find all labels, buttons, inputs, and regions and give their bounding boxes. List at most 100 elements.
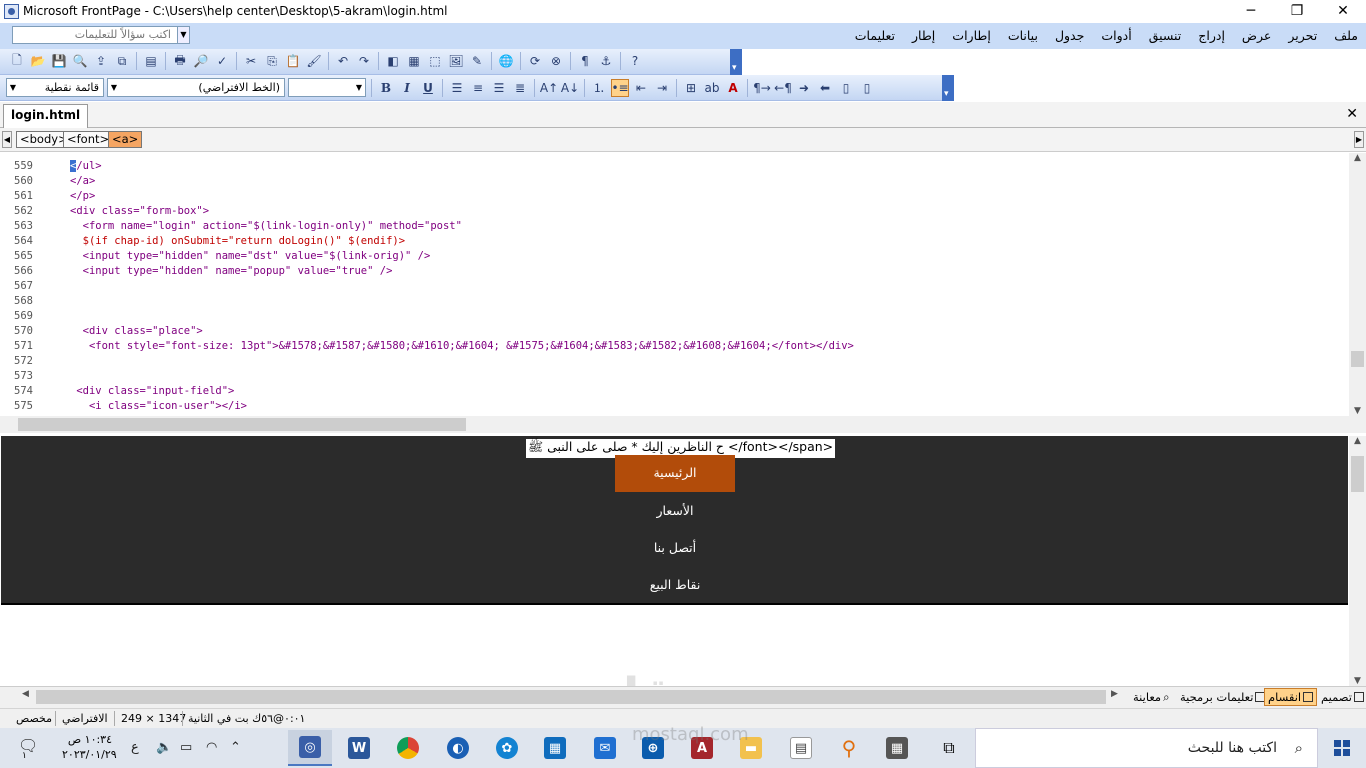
nav-item-contact[interactable]: أتصل بنا <box>615 540 735 555</box>
bullets-icon[interactable]: •≡ <box>611 78 629 97</box>
hyperlink-icon[interactable]: 🌐 <box>497 52 515 70</box>
undo-icon[interactable]: ↶ <box>334 52 352 70</box>
font-size-select[interactable]: ▼ <box>288 78 366 97</box>
input-language[interactable]: ع <box>131 740 139 755</box>
mail-icon[interactable]: ✉ <box>583 730 627 766</box>
style-select[interactable]: ▼ قائمة نقطية <box>6 78 104 97</box>
menu-insert[interactable]: إدراج <box>1198 28 1225 43</box>
chevron-right-icon[interactable]: ▶ <box>1111 689 1118 699</box>
code-vertical-scrollbar[interactable]: ▲ ▼ <box>1349 153 1366 416</box>
save-icon[interactable]: 💾 <box>50 52 68 70</box>
nav-item-points-of-sale[interactable]: نقاط البيع <box>615 577 735 592</box>
align-center-icon[interactable]: ≡ <box>469 79 487 97</box>
view-tab-split[interactable]: انقسام <box>1264 688 1318 706</box>
battery-icon[interactable]: ▭ <box>180 740 192 755</box>
clock[interactable]: ١٠:٣٤ ص ٢٠٢٣/٠١/٢٩ <box>62 732 117 762</box>
menu-data[interactable]: بيانات <box>1008 28 1038 43</box>
numbering-icon[interactable]: ⒈ <box>590 79 608 97</box>
menu-file[interactable]: ملف <box>1334 28 1358 43</box>
menu-view[interactable]: عرض <box>1242 28 1271 43</box>
align-right-icon[interactable]: ☰ <box>490 79 508 97</box>
justify-icon[interactable]: ≣ <box>511 79 529 97</box>
ltr-icon[interactable]: ¶→ <box>753 79 771 97</box>
tag-font[interactable]: <font> <box>63 131 114 148</box>
layer-icon[interactable]: ⬚ <box>426 52 444 70</box>
cut-icon[interactable]: ✂ <box>242 52 260 70</box>
drawing-icon[interactable]: ✎ <box>468 52 486 70</box>
insert-picture-icon[interactable]: 🖼 <box>447 52 465 70</box>
align-left-icon[interactable]: ☰ <box>448 79 466 97</box>
design-horizontal-scrollbar[interactable] <box>36 690 1106 704</box>
chevron-right-icon[interactable]: ▶ <box>1354 131 1364 148</box>
decrease-indent-icon[interactable]: ⇤ <box>632 79 650 97</box>
task-view-icon[interactable]: ⧉ <box>927 730 971 766</box>
word-icon[interactable]: W <box>337 730 381 766</box>
borders-icon[interactable]: ⊞ <box>682 79 700 97</box>
font-color-icon[interactable]: A <box>724 79 742 97</box>
publish-icon[interactable]: ⇪ <box>92 52 110 70</box>
media-app-icon[interactable]: ✿ <box>485 730 529 766</box>
show-all-icon[interactable]: ¶ <box>576 52 594 70</box>
decrease-font-icon[interactable]: A↓ <box>561 79 579 97</box>
volume-icon[interactable]: 🔈 <box>156 740 172 755</box>
scroll-thumb[interactable] <box>1351 351 1364 367</box>
scroll-thumb[interactable] <box>1351 456 1364 492</box>
wifi-icon[interactable]: ◠ <box>206 740 217 755</box>
ask-question-box[interactable]: اكتب سؤالاً للتعليمات ▼ <box>12 26 190 44</box>
increase-font-icon[interactable]: A↑ <box>540 79 558 97</box>
underline-button[interactable]: U <box>419 79 437 97</box>
tab-login-html[interactable]: login.html <box>3 104 89 128</box>
view-tab-design[interactable]: تصميم <box>1318 688 1366 706</box>
anchor-icon[interactable]: ⚓ <box>597 52 615 70</box>
close-window-button[interactable]: ✕ <box>1320 0 1366 23</box>
menu-edit[interactable]: تحرير <box>1288 28 1317 43</box>
increase-indent-icon[interactable]: ⇥ <box>653 79 671 97</box>
new-page-icon[interactable]: 🗋 <box>8 52 26 70</box>
chrome-icon[interactable] <box>386 730 430 766</box>
frontpage-taskbar-icon[interactable]: ◎ <box>288 730 332 766</box>
search-icon[interactable]: 🔍 <box>71 52 89 70</box>
open-icon[interactable]: 📂 <box>29 52 47 70</box>
rtl-icon[interactable]: ←¶ <box>774 79 792 97</box>
page-properties-icon[interactable]: ▯ <box>858 79 876 97</box>
store-icon[interactable]: ▦ <box>533 730 577 766</box>
code-view[interactable]: 559 </ul> 560 </a> 561 </p> 562 <div class="… <box>0 153 1348 416</box>
web-component-icon[interactable]: ◧ <box>384 52 402 70</box>
chevron-up-icon[interactable]: ⌃ <box>230 740 241 755</box>
paste-icon[interactable]: 📋 <box>284 52 302 70</box>
chevron-up-icon[interactable]: ▲ <box>1349 436 1366 446</box>
design-vertical-scrollbar[interactable]: ▲ ▼ <box>1349 436 1366 686</box>
page-icon[interactable]: ▯ <box>837 79 855 97</box>
copy-page-icon[interactable]: ⧉ <box>113 52 131 70</box>
toolbar-options-icon[interactable] <box>942 75 954 101</box>
nav-item-home[interactable]: الرئيسية <box>615 455 735 492</box>
menu-tools[interactable]: أدوات <box>1101 28 1131 43</box>
menu-format[interactable]: تنسيق <box>1149 28 1182 43</box>
close-document-icon[interactable]: ✕ <box>1346 106 1358 122</box>
layers-icon[interactable]: ▤ <box>142 52 160 70</box>
preview-icon[interactable]: 🔎 <box>192 52 210 70</box>
arrow-left-icon[interactable]: ⬅ <box>816 79 834 97</box>
format-painter-icon[interactable]: 🖌 <box>305 52 323 70</box>
browser-app-icon[interactable]: ◐ <box>436 730 480 766</box>
notepad-icon[interactable]: ▤ <box>779 730 823 766</box>
chevron-up-icon[interactable]: ▲ <box>1349 153 1366 163</box>
highlight-icon[interactable]: ab <box>703 79 721 97</box>
italic-button[interactable]: I <box>398 79 416 97</box>
stop-icon[interactable]: ⊗ <box>547 52 565 70</box>
insert-table-icon[interactable]: ▦ <box>405 52 423 70</box>
toolbar-options-icon[interactable] <box>730 49 742 75</box>
chevron-down-icon[interactable]: ▼ <box>1349 676 1366 686</box>
help-icon[interactable]: ? <box>626 52 644 70</box>
menu-help[interactable]: تعليمات <box>855 28 895 43</box>
menu-table[interactable]: جدول <box>1055 28 1084 43</box>
nav-item-prices[interactable]: الأسعار <box>615 503 735 518</box>
chevron-down-icon[interactable]: ▼ <box>177 27 189 43</box>
minimize-button[interactable]: ─ <box>1228 0 1274 23</box>
search-app-icon[interactable]: ⚲ <box>827 730 871 766</box>
taskbar-search-box[interactable]: اكتب هنا للبحث ⌕ <box>975 728 1318 768</box>
start-button[interactable] <box>1318 728 1366 768</box>
chevron-down-icon[interactable]: ▼ <box>1349 406 1366 416</box>
chevron-left-icon[interactable]: ◀ <box>22 689 29 699</box>
code-horizontal-scrollbar[interactable] <box>0 416 1366 433</box>
